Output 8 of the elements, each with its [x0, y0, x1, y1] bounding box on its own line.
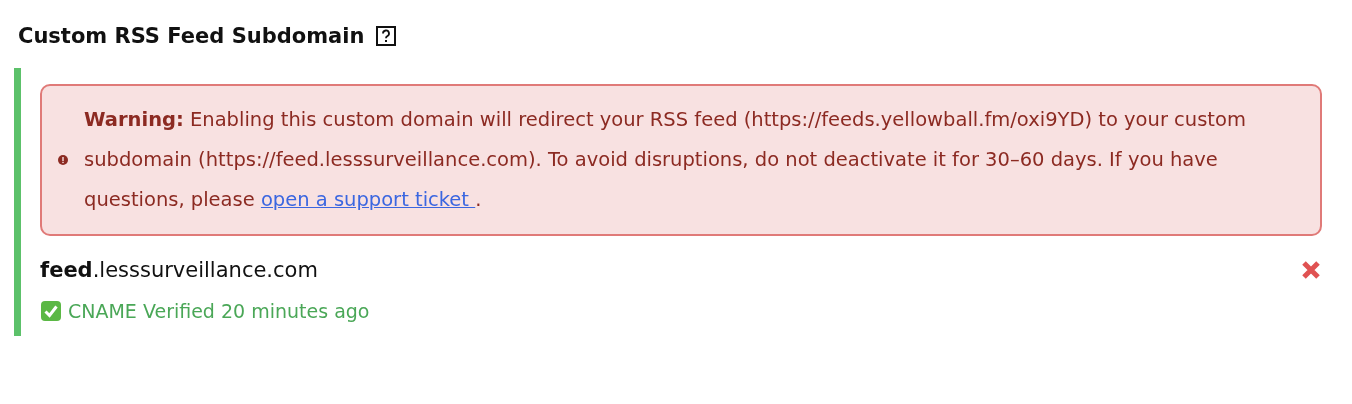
warning-message: Warning: Enabling this custom domain will redirect your RSS feed (https://feeds.yellowball.fm/oxi9YD) to your custom subdomain (https://feed.lesssurveillance.com). To avoid disruptions, do not deactivate it for 30–60 days. If you have questions, please open a support ticket . — [84, 107, 1247, 213]
help-icon[interactable] — [376, 26, 397, 46]
remove-button[interactable] — [1300, 259, 1322, 281]
support-ticket-link[interactable]: open a support ticket — [260, 188, 476, 211]
domain-name: feed.lesssurveillance.com — [40, 258, 318, 282]
verification-status: CNAME Verified 20 minutes ago — [68, 300, 370, 322]
section-title: Custom RSS Feed Subdomain — [18, 24, 365, 48]
alert-icon — [58, 155, 68, 165]
